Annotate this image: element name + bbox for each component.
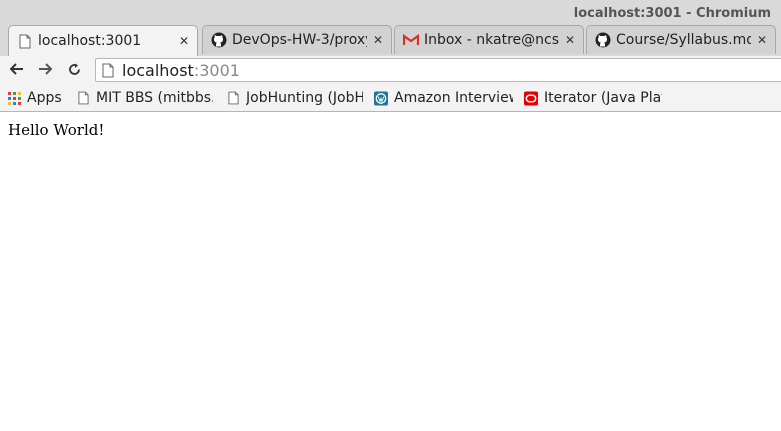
page-icon (76, 90, 90, 106)
gmail-icon (403, 32, 419, 48)
apps-grid-icon (7, 90, 21, 106)
window-title: localhost:3001 - Chromium (573, 6, 771, 21)
page-icon (17, 33, 33, 49)
arrow-right-icon (38, 63, 53, 79)
tab-inbox[interactable]: Inbox - nkatre@ncsu ✕ (394, 25, 584, 54)
bookmark-label: MIT BBS (mitbbs.c (96, 90, 213, 106)
bookmark-label: Iterator (Java Platf (544, 90, 662, 106)
close-icon[interactable]: ✕ (563, 33, 577, 47)
url-host: localhost (122, 60, 194, 80)
page-icon (102, 62, 116, 78)
bookmark-label: Amazon Interview (394, 90, 513, 106)
bookmark-iterator-java[interactable]: Iterator (Java Platf (524, 89, 664, 107)
reload-icon (68, 63, 81, 80)
bookmark-amazon-interview[interactable]: Amazon Interview (374, 89, 515, 107)
back-button[interactable] (6, 60, 28, 82)
github-icon (595, 32, 611, 48)
arrow-left-icon (9, 63, 24, 79)
page-icon (226, 90, 240, 106)
title-bar: localhost:3001 - Chromium localhost:3001… (0, 0, 781, 56)
oracle-icon (524, 90, 538, 106)
bookmark-mitbbs[interactable]: MIT BBS (mitbbs.c (76, 89, 213, 107)
close-icon[interactable]: ✕ (371, 33, 385, 47)
tab-title: localhost:3001 (38, 33, 142, 49)
close-icon[interactable]: ✕ (177, 34, 191, 48)
page-content: Hello World! (0, 112, 781, 431)
tab-course-syllabus[interactable]: Course/Syllabus.md ✕ (586, 25, 776, 54)
tab-devops-hw3[interactable]: DevOps-HW-3/proxy ✕ (202, 25, 392, 54)
bookmark-label: JobHunting (JobHu (246, 90, 363, 106)
wordpress-icon (374, 90, 388, 106)
page-text: Hello World! (8, 121, 105, 139)
tab-title: Inbox - nkatre@ncsu (424, 32, 559, 48)
bookmark-apps[interactable]: Apps (7, 89, 67, 107)
reload-button[interactable] (63, 60, 85, 82)
tab-localhost[interactable]: localhost:3001 ✕ (8, 25, 198, 56)
github-icon (211, 32, 227, 48)
close-icon[interactable]: ✕ (755, 33, 769, 47)
bookmark-label: Apps (27, 90, 62, 106)
tab-title: DevOps-HW-3/proxy (232, 32, 367, 48)
forward-button[interactable] (34, 60, 56, 82)
address-bar[interactable]: localhost:3001 (95, 58, 781, 82)
toolbar: localhost:3001 (0, 56, 781, 85)
bookmarks-bar: Apps MIT BBS (mitbbs.c JobHunting (JobHu… (0, 85, 781, 112)
bookmark-jobhunting[interactable]: JobHunting (JobHu (226, 89, 363, 107)
url-port: :3001 (193, 60, 240, 80)
tab-strip: localhost:3001 ✕ DevOps-HW-3/proxy ✕ Inb… (0, 25, 781, 56)
tab-title: Course/Syllabus.md (616, 32, 751, 48)
